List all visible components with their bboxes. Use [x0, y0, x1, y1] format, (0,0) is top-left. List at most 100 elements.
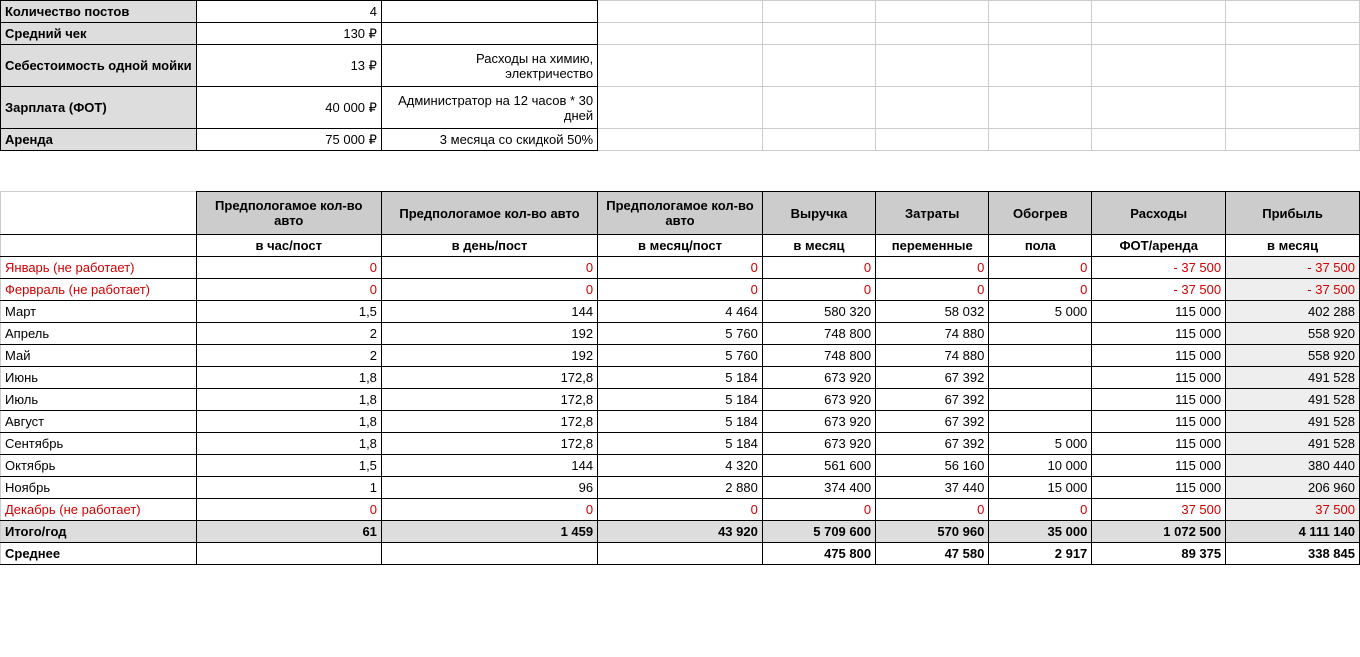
per-hour-cell[interactable]: 1 [196, 477, 381, 499]
heat-cell[interactable]: 15 000 [989, 477, 1092, 499]
expense-cell[interactable]: 115 000 [1092, 433, 1226, 455]
empty-cell[interactable] [876, 1, 989, 23]
month-cell[interactable]: Январь (не работает) [1, 257, 197, 279]
empty-cell[interactable] [1092, 129, 1226, 151]
empty-cell[interactable] [989, 23, 1092, 45]
avg-cell[interactable] [196, 543, 381, 565]
profit-cell[interactable]: 558 920 [1226, 345, 1360, 367]
revenue-cell[interactable]: 673 920 [762, 367, 875, 389]
empty-cell[interactable] [762, 23, 875, 45]
avg-cell[interactable] [381, 543, 597, 565]
empty-cell[interactable] [876, 45, 989, 87]
param-value[interactable]: 40 000 ₽ [196, 87, 381, 129]
heat-cell[interactable]: 5 000 [989, 433, 1092, 455]
month-cell[interactable]: Июнь [1, 367, 197, 389]
heat-cell[interactable] [989, 323, 1092, 345]
profit-cell[interactable]: - 37 500 [1226, 257, 1360, 279]
heat-cell[interactable] [989, 389, 1092, 411]
per-day-cell[interactable]: 172,8 [381, 367, 597, 389]
revenue-cell[interactable]: 748 800 [762, 345, 875, 367]
per-hour-cell[interactable]: 0 [196, 499, 381, 521]
avg-cell[interactable] [598, 543, 763, 565]
month-cell[interactable]: Октябрь [1, 455, 197, 477]
per-hour-cell[interactable]: 1,8 [196, 433, 381, 455]
per-day-cell[interactable]: 144 [381, 455, 597, 477]
total-label[interactable]: Итого/год [1, 521, 197, 543]
empty-cell[interactable] [762, 45, 875, 87]
empty-cell[interactable] [762, 1, 875, 23]
expense-cell[interactable]: 115 000 [1092, 323, 1226, 345]
total-cell[interactable]: 1 072 500 [1092, 521, 1226, 543]
revenue-cell[interactable]: 374 400 [762, 477, 875, 499]
cost-cell[interactable]: 58 032 [876, 301, 989, 323]
expense-cell[interactable]: 115 000 [1092, 477, 1226, 499]
month-cell[interactable]: Июль [1, 389, 197, 411]
month-cell[interactable]: Фервраль (не работает) [1, 279, 197, 301]
empty-cell[interactable] [1226, 129, 1360, 151]
empty-cell[interactable] [1226, 1, 1360, 23]
per-day-cell[interactable]: 172,8 [381, 433, 597, 455]
month-cell[interactable]: Ноябрь [1, 477, 197, 499]
cost-cell[interactable]: 74 880 [876, 345, 989, 367]
profit-cell[interactable]: 491 528 [1226, 367, 1360, 389]
revenue-cell[interactable]: 561 600 [762, 455, 875, 477]
cost-cell[interactable]: 74 880 [876, 323, 989, 345]
expense-cell[interactable]: - 37 500 [1092, 279, 1226, 301]
profit-cell[interactable]: 402 288 [1226, 301, 1360, 323]
empty-cell[interactable] [876, 129, 989, 151]
cost-cell[interactable]: 56 160 [876, 455, 989, 477]
empty-cell[interactable] [1226, 45, 1360, 87]
profit-cell[interactable]: 558 920 [1226, 323, 1360, 345]
total-cell[interactable]: 1 459 [381, 521, 597, 543]
per-month-cell[interactable]: 4 464 [598, 301, 763, 323]
revenue-cell[interactable]: 748 800 [762, 323, 875, 345]
cost-cell[interactable]: 67 392 [876, 389, 989, 411]
profit-cell[interactable]: 206 960 [1226, 477, 1360, 499]
cost-cell[interactable]: 67 392 [876, 367, 989, 389]
cost-cell[interactable]: 0 [876, 499, 989, 521]
per-month-cell[interactable]: 5 184 [598, 433, 763, 455]
revenue-cell[interactable]: 0 [762, 499, 875, 521]
per-hour-cell[interactable]: 1,8 [196, 389, 381, 411]
per-day-cell[interactable]: 144 [381, 301, 597, 323]
cost-cell[interactable]: 67 392 [876, 433, 989, 455]
per-hour-cell[interactable]: 1,5 [196, 455, 381, 477]
param-value[interactable]: 75 000 ₽ [196, 129, 381, 151]
empty-cell[interactable] [989, 87, 1092, 129]
empty-cell[interactable] [598, 1, 763, 23]
param-value[interactable]: 130 ₽ [196, 23, 381, 45]
per-month-cell[interactable]: 5 184 [598, 367, 763, 389]
per-month-cell[interactable]: 5 184 [598, 411, 763, 433]
avg-cell[interactable]: 47 580 [876, 543, 989, 565]
empty-cell[interactable] [876, 87, 989, 129]
heat-cell[interactable]: 10 000 [989, 455, 1092, 477]
cost-cell[interactable]: 67 392 [876, 411, 989, 433]
profit-cell[interactable]: 380 440 [1226, 455, 1360, 477]
per-hour-cell[interactable]: 1,5 [196, 301, 381, 323]
revenue-cell[interactable]: 580 320 [762, 301, 875, 323]
per-month-cell[interactable]: 0 [598, 257, 763, 279]
expense-cell[interactable]: 115 000 [1092, 455, 1226, 477]
empty-cell[interactable] [989, 1, 1092, 23]
per-hour-cell[interactable]: 1,8 [196, 367, 381, 389]
month-cell[interactable]: Апрель [1, 323, 197, 345]
expense-cell[interactable]: 37 500 [1092, 499, 1226, 521]
total-cell[interactable]: 4 111 140 [1226, 521, 1360, 543]
month-cell[interactable]: Декабрь (не работает) [1, 499, 197, 521]
month-cell[interactable]: Март [1, 301, 197, 323]
month-cell[interactable]: Сентябрь [1, 433, 197, 455]
avg-label[interactable]: Среднее [1, 543, 197, 565]
param-value[interactable]: 13 ₽ [196, 45, 381, 87]
expense-cell[interactable]: - 37 500 [1092, 257, 1226, 279]
per-month-cell[interactable]: 5 760 [598, 323, 763, 345]
empty-cell[interactable] [1226, 23, 1360, 45]
per-day-cell[interactable]: 0 [381, 257, 597, 279]
empty-cell[interactable] [598, 129, 763, 151]
heat-cell[interactable]: 0 [989, 279, 1092, 301]
per-day-cell[interactable]: 172,8 [381, 411, 597, 433]
expense-cell[interactable]: 115 000 [1092, 345, 1226, 367]
revenue-cell[interactable]: 673 920 [762, 389, 875, 411]
per-hour-cell[interactable]: 2 [196, 345, 381, 367]
empty-cell[interactable] [989, 45, 1092, 87]
total-cell[interactable]: 61 [196, 521, 381, 543]
